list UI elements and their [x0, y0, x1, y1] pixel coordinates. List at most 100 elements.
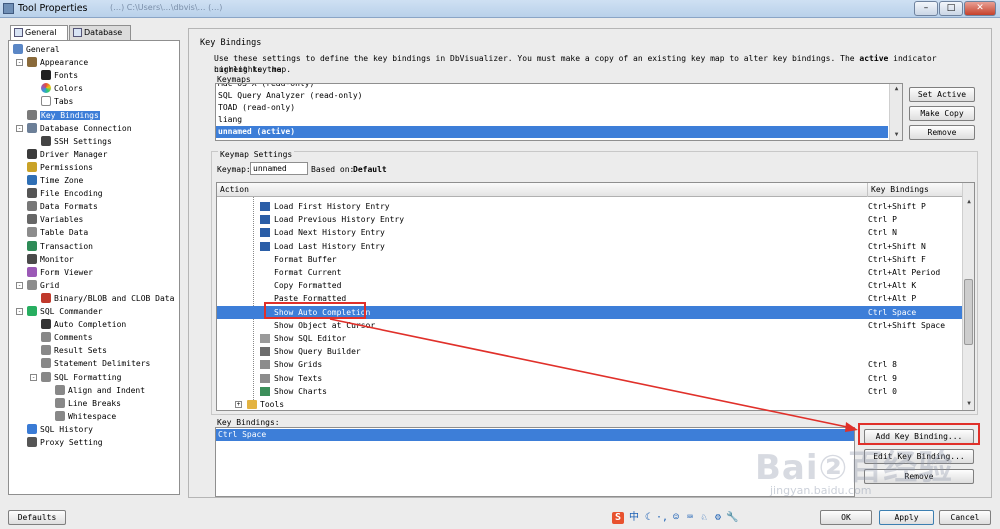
close-button[interactable]: ✕ [964, 1, 996, 16]
header-key-bindings[interactable]: Key Bindings [868, 183, 964, 197]
tree-item-appearance[interactable]: - Appearance [16, 56, 89, 69]
keymap-row[interactable]: Mac OS X (read-only) [218, 84, 314, 90]
keyboard-icon[interactable]: ⌨ [684, 512, 696, 524]
remove-keymap-button[interactable]: Remove [909, 125, 975, 140]
tree-item-sql-formatting[interactable]: - SQL Formatting [30, 371, 121, 384]
expand-toggle-icon[interactable]: + [235, 401, 242, 408]
skin-icon[interactable]: ♘ [698, 512, 710, 524]
actions-scrollbar[interactable]: ▲ ▼ [962, 183, 974, 410]
tools-icon[interactable]: ⚙ [712, 512, 724, 524]
collapse-toggle-icon[interactable]: - [16, 59, 23, 67]
action-row[interactable]: Show SQL Editor [217, 332, 962, 345]
tree-item-whitespace[interactable]: Whitespace [55, 410, 116, 423]
tree-item-tabs[interactable]: Tabs [41, 95, 73, 108]
tree-item-align-and-indent[interactable]: Align and Indent [55, 384, 145, 397]
punctuation-icon[interactable]: ·, [656, 512, 668, 524]
tree-item-label: Appearance [40, 58, 89, 68]
tree-item-time-zone[interactable]: Time Zone [27, 174, 83, 187]
tree-item-fonts[interactable]: Fonts [41, 69, 78, 82]
table-scroll-down-icon[interactable]: ▼ [963, 399, 974, 409]
tree-item-monitor[interactable]: Monitor [27, 253, 74, 266]
ime-mode-label[interactable]: 中 [628, 512, 640, 524]
minimize-button[interactable]: – [914, 1, 938, 16]
emoji-icon[interactable]: ☺ [670, 512, 682, 524]
tree-item-sql-history[interactable]: SQL History [27, 423, 93, 436]
folder-icon [247, 400, 257, 409]
keymap-name-field[interactable]: unnamed [250, 162, 308, 175]
table-header: Action Key Bindings [217, 183, 974, 197]
action-row[interactable]: Format Buffer Ctrl+Shift F [217, 253, 962, 266]
action-row[interactable]: Load Next History Entry Ctrl N [217, 226, 962, 239]
keymaps-list[interactable]: ▲ ▼ Mac OS X (read-only) SQL Query Analyz… [215, 83, 903, 141]
ok-button[interactable]: OK [820, 510, 872, 525]
tab-general[interactable]: General [10, 25, 68, 41]
action-row[interactable]: Load First History Entry Ctrl+Shift P [217, 200, 962, 213]
tree-item-permissions[interactable]: Permissions [27, 161, 93, 174]
settings-tree[interactable]: General - Appearance Fonts Colors Tabs Key Bin… [8, 40, 180, 495]
action-name: Load First History Entry [274, 202, 390, 211]
tree-item-statement-delimiters[interactable]: Statement Delimiters [41, 357, 150, 370]
tree-item-binary-blob-and-clob-data[interactable]: Binary/BLOB and CLOB Data [41, 292, 174, 305]
set-active-button[interactable]: Set Active [909, 87, 975, 102]
action-row[interactable]: Show Grids Ctrl 8 [217, 358, 962, 371]
first-entry-icon [260, 202, 270, 211]
apply-button[interactable]: Apply [879, 510, 934, 525]
table-scroll-up-icon[interactable]: ▲ [963, 197, 974, 207]
action-key-binding: Ctrl N [868, 228, 897, 238]
tree-item-proxy-setting[interactable]: Proxy Setting [27, 436, 103, 449]
moon-icon[interactable]: ☾ [642, 512, 654, 524]
tree-item-key-bindings[interactable]: Key Bindings [27, 109, 100, 122]
tab-database[interactable]: Database [69, 25, 131, 40]
tab-general-label: General [25, 28, 57, 37]
tree-item-comments[interactable]: Comments [41, 331, 93, 344]
keymap-row[interactable]: liang [218, 114, 242, 126]
keymap-row[interactable]: unnamed (active) [216, 126, 888, 138]
tree-item-grid[interactable]: - Grid [16, 279, 59, 292]
wrench-icon[interactable]: 🔧 [726, 512, 738, 524]
keymap-row[interactable]: SQL Query Analyzer (read-only) [218, 90, 363, 102]
header-action[interactable]: Action [217, 183, 868, 197]
collapse-toggle-icon[interactable]: - [16, 308, 23, 315]
action-key-binding: Ctrl Space [868, 307, 917, 317]
action-row[interactable]: Copy Formatted Ctrl+Alt K [217, 279, 962, 292]
tree-item-general[interactable]: General [13, 43, 60, 56]
collapse-toggle-icon[interactable]: - [16, 281, 23, 289]
action-row[interactable]: Show Query Builder [217, 345, 962, 358]
scroll-up-icon[interactable]: ▲ [890, 84, 902, 94]
tree-item-table-data[interactable]: Table Data [27, 226, 88, 239]
tree-item-database-connection[interactable]: - Database Connection [16, 122, 132, 135]
tree-item-auto-completion[interactable]: Auto Completion [41, 318, 126, 331]
keymap-row[interactable]: TOAD (read-only) [218, 102, 295, 114]
tree-item-result-sets[interactable]: Result Sets [41, 344, 107, 357]
tree-item-file-encoding[interactable]: File Encoding [27, 187, 103, 200]
make-copy-button[interactable]: Make Copy [909, 106, 975, 121]
tree-item-transaction[interactable]: Transaction [27, 240, 93, 253]
action-row[interactable]: Format Current Ctrl+Alt Period [217, 266, 962, 279]
collapse-toggle-icon[interactable]: - [16, 124, 23, 132]
tree-item-label: Key Bindings [40, 110, 100, 120]
action-row[interactable]: Show Charts Ctrl 0 [217, 385, 962, 398]
keymaps-scrollbar[interactable]: ▲ ▼ [889, 84, 902, 140]
scroll-down-icon[interactable]: ▼ [890, 130, 902, 140]
tree-item-colors[interactable]: Colors [41, 82, 83, 95]
tree-item-form-viewer[interactable]: Form Viewer [27, 266, 93, 279]
cancel-button[interactable]: Cancel [939, 510, 991, 525]
ssh-icon [41, 135, 51, 146]
action-row[interactable]: Show Texts Ctrl 9 [217, 372, 962, 385]
actions-table[interactable]: Action Key Bindings ▲ ▼ Load First Histo… [216, 182, 975, 411]
tools-node[interactable]: + Tools [217, 398, 962, 410]
tree-item-ssh-settings[interactable]: SSH Settings [41, 135, 112, 148]
tree-item-data-formats[interactable]: Data Formats [27, 200, 98, 213]
action-row[interactable]: Load Last History Entry Ctrl+Shift N [217, 240, 962, 253]
maximize-button[interactable]: □ [939, 1, 963, 16]
action-row[interactable]: Load Previous History Entry Ctrl P [217, 213, 962, 226]
tree-item-driver-manager[interactable]: Driver Manager [27, 148, 107, 161]
tree-item-sql-commander[interactable]: - SQL Commander [16, 305, 103, 318]
collapse-toggle-icon[interactable]: - [30, 373, 37, 381]
sogou-icon[interactable]: S [612, 512, 624, 524]
defaults-button[interactable]: Defaults [8, 510, 66, 525]
table-scroll-thumb[interactable] [964, 279, 973, 345]
tree-item-line-breaks[interactable]: Line Breaks [55, 397, 121, 410]
tree-item-variables[interactable]: Variables [27, 213, 83, 226]
action-row[interactable]: Show Object at Cursor Ctrl+Shift Space [217, 319, 962, 332]
